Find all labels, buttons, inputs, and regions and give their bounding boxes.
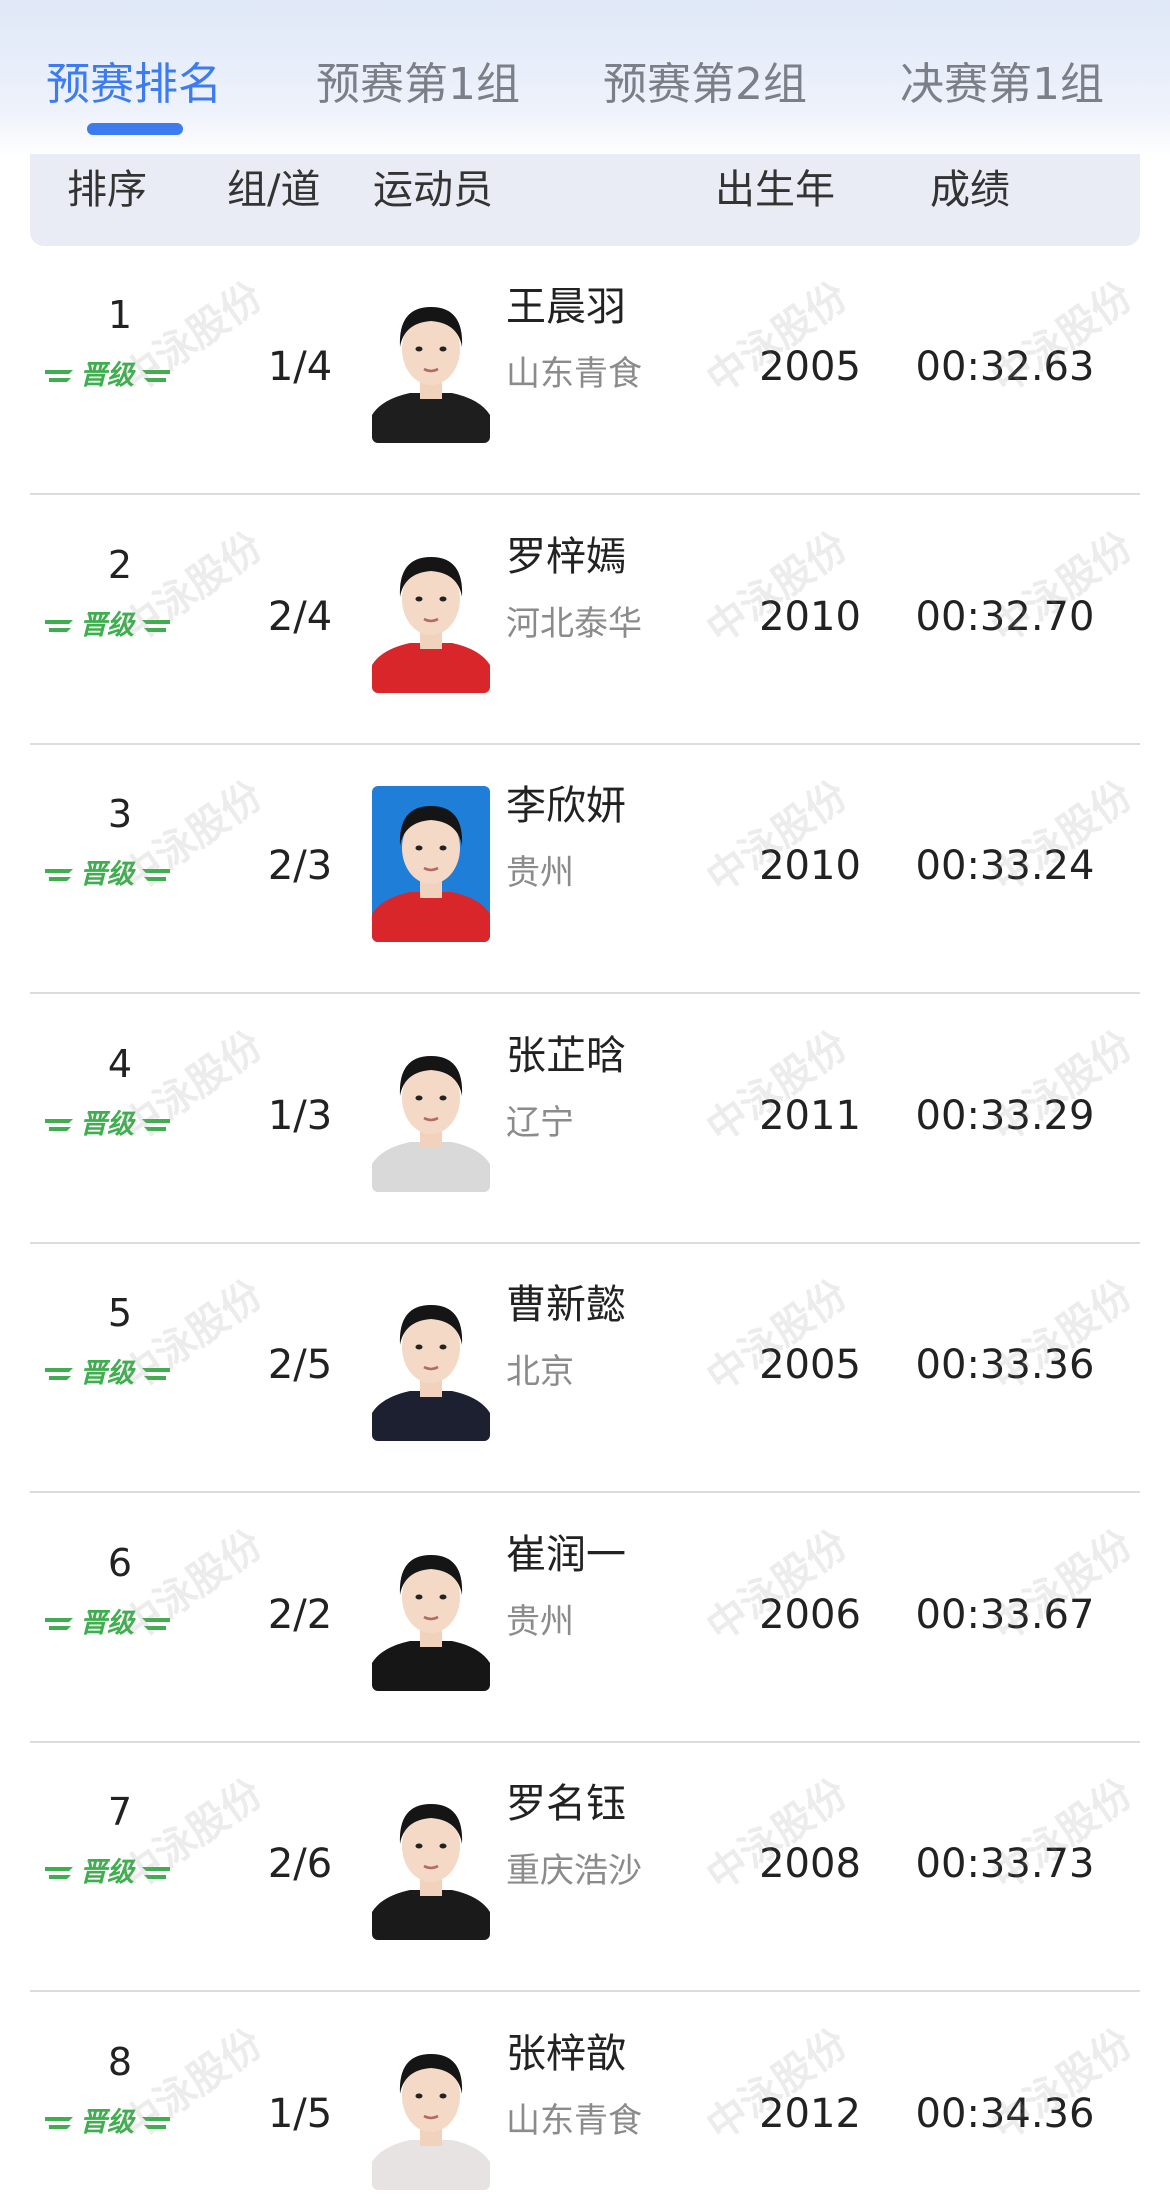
table-row[interactable]: 8 晋级 1/5 张梓歆 山东青食 2012 00:34.36 [30, 1993, 1140, 2208]
lane-value: 2/6 [267, 1841, 333, 1887]
result-time: 00:34.36 [915, 2090, 1095, 2137]
qualified-badge: 晋级 [45, 360, 170, 391]
athlete-team: 贵州 [506, 853, 574, 893]
rank-number: 4 [107, 1041, 133, 1086]
athlete-name: 张芷晗 [506, 1032, 626, 1079]
rank-number: 6 [107, 1540, 133, 1585]
qualified-badge: 晋级 [45, 1608, 170, 1639]
result-time: 00:32.63 [915, 344, 1095, 390]
qualified-badge: 晋级 [45, 1857, 170, 1888]
athlete-name: 崔润一 [506, 1531, 626, 1578]
rank-number: 5 [107, 1291, 133, 1335]
qualified-badge: 晋级 [45, 610, 170, 641]
active-tab-indicator [87, 123, 183, 135]
rank-number: 3 [107, 792, 133, 836]
athlete-team: 贵州 [506, 1601, 574, 1642]
qualified-badge: 晋级 [45, 2107, 170, 2138]
column-header-lane: 组/道 [227, 167, 321, 213]
athlete-name: 曹新懿 [506, 1282, 626, 1328]
athlete-avatar [372, 536, 490, 693]
athlete-team: 北京 [506, 1352, 574, 1392]
lane-value: 1/3 [267, 1092, 333, 1139]
qualified-label: 晋级 [80, 360, 136, 391]
column-header-birth-year: 出生年 [715, 167, 835, 213]
athlete-name: 王晨羽 [506, 284, 626, 330]
qualified-badge: 晋级 [45, 859, 170, 890]
result-time: 00:32.70 [915, 593, 1095, 640]
athlete-avatar [372, 287, 490, 443]
result-time: 00:33.24 [915, 843, 1095, 889]
column-header-rank: 排序 [67, 167, 147, 213]
column-header-athlete: 运动员 [373, 167, 493, 213]
result-time: 00:33.36 [915, 1342, 1095, 1388]
qualified-label: 晋级 [80, 859, 136, 890]
lane-value: 2/5 [267, 1342, 333, 1388]
table-row[interactable]: 6 晋级 2/2 崔润一 贵州 2006 00:33.67 [30, 1494, 1140, 1743]
athlete-team: 山东青食 [506, 354, 642, 394]
result-time: 00:33.29 [915, 1092, 1095, 1139]
athlete-avatar [372, 1035, 490, 1192]
lane-value: 2/2 [267, 1591, 333, 1638]
tab-bar: 预赛排名 预赛第1组 预赛第2组 决赛第1组 [0, 0, 1170, 158]
tab-prelim-heat-1[interactable]: 预赛第1组 [316, 48, 520, 112]
athlete-team: 辽宁 [506, 1102, 574, 1143]
athlete-avatar [372, 786, 490, 942]
qualified-label: 晋级 [80, 1857, 136, 1888]
athlete-name: 罗梓嫣 [506, 533, 626, 580]
table-row[interactable]: 1 晋级 1/4 王晨羽 山东青食 2005 00:32.63 [30, 246, 1140, 495]
lane-value: 1/4 [267, 344, 333, 390]
athlete-team: 河北泰华 [506, 603, 642, 644]
qualified-label: 晋级 [80, 2107, 136, 2138]
athlete-avatar [372, 1534, 490, 1691]
result-time: 00:33.67 [915, 1591, 1095, 1638]
rank-number: 1 [107, 293, 133, 337]
athlete-name: 罗名钰 [506, 1781, 626, 1827]
rank-number: 2 [107, 542, 133, 587]
qualified-label: 晋级 [80, 1358, 136, 1389]
rank-number: 8 [107, 2039, 133, 2084]
tab-prelim-heat-2[interactable]: 预赛第2组 [603, 48, 807, 112]
athlete-team: 重庆浩沙 [506, 1851, 642, 1891]
qualified-badge: 晋级 [45, 1109, 170, 1140]
lane-value: 2/3 [267, 843, 333, 889]
table-row[interactable]: 5 晋级 2/5 曹新懿 北京 2005 00:33.36 [30, 1244, 1140, 1493]
athlete-avatar [372, 2033, 490, 2190]
athlete-team: 山东青食 [506, 2100, 642, 2141]
qualified-label: 晋级 [80, 1608, 136, 1639]
result-time: 00:33.73 [915, 1841, 1095, 1887]
tab-final-heat-1[interactable]: 决赛第1组 [900, 48, 1104, 112]
qualified-label: 晋级 [80, 610, 136, 641]
athlete-name: 张梓歆 [506, 2030, 626, 2077]
table-row[interactable]: 7 晋级 2/6 罗名钰 重庆浩沙 2008 00:33.73 [30, 1743, 1140, 1992]
table-row[interactable]: 4 晋级 1/3 张芷晗 辽宁 2011 00:33.29 [30, 995, 1140, 1244]
table-row[interactable]: 2 晋级 2/4 罗梓嫣 河北泰华 2010 00:32.70 [30, 496, 1140, 745]
table-row[interactable]: 3 晋级 2/3 李欣妍 贵州 2010 00:33.24 [30, 745, 1140, 994]
athlete-name: 李欣妍 [506, 783, 626, 829]
qualified-label: 晋级 [80, 1109, 136, 1140]
lane-value: 1/5 [267, 2090, 333, 2137]
athlete-avatar [372, 1784, 490, 1940]
rank-number: 7 [107, 1790, 133, 1834]
lane-value: 2/4 [267, 593, 333, 640]
column-header-result: 成绩 [930, 167, 1010, 213]
athlete-avatar [372, 1285, 490, 1441]
qualified-badge: 晋级 [45, 1358, 170, 1389]
tab-prelim-ranking[interactable]: 预赛排名 [46, 48, 222, 112]
